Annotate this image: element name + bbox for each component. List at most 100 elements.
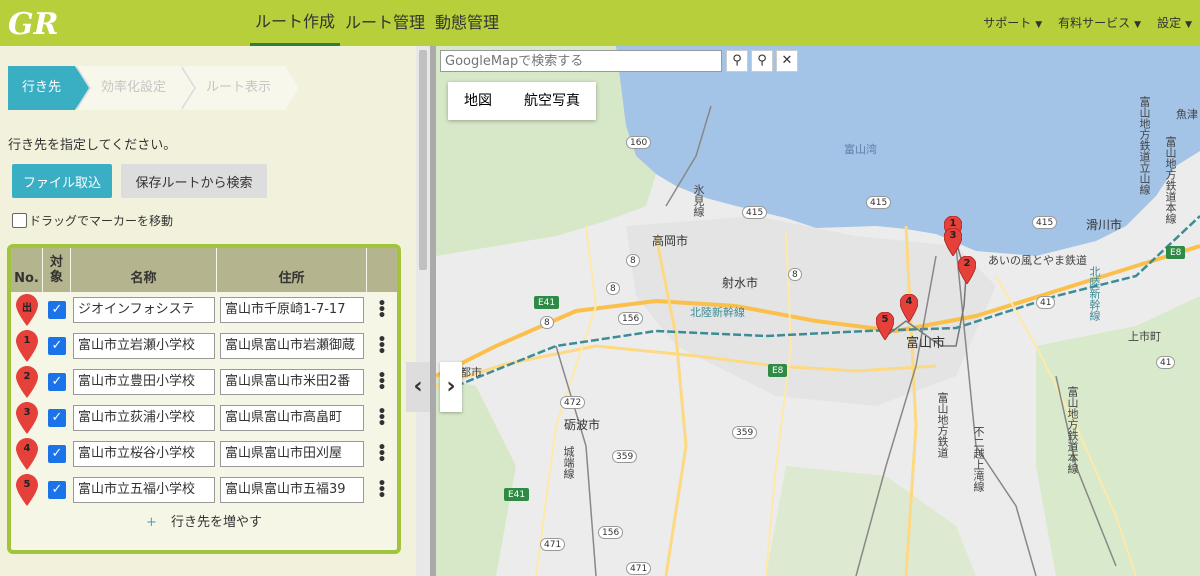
- check-icon[interactable]: ✓: [48, 337, 66, 355]
- drag-label: ドラッグでマーカーを移動: [29, 214, 174, 228]
- clear-location-icon[interactable]: ✕: [776, 50, 798, 72]
- label-nanto: 都市: [460, 366, 482, 379]
- road-number-badge: 471: [626, 562, 652, 575]
- paid-service-menu[interactable]: 有料サービス ▼: [1050, 0, 1149, 46]
- header: GR ルート作成 ルート管理 動態管理 サポート ▼ 有料サービス ▼ 設定 ▼: [0, 0, 1200, 46]
- more-vertical-icon[interactable]: • • •: [378, 405, 387, 431]
- row-target-checkbox[interactable]: ✓: [43, 472, 71, 508]
- row-menu-button[interactable]: • • •: [367, 292, 397, 328]
- row-address-input[interactable]: 富山県富山市岩瀬御蔵: [220, 333, 364, 359]
- more-vertical-icon[interactable]: • • •: [378, 477, 387, 503]
- row-name-cell: 富山市立豊田小学校: [71, 364, 217, 400]
- row-name-input[interactable]: 富山市立桜谷小学校: [73, 441, 215, 467]
- row-address-input[interactable]: 富山県富山市高畠町: [220, 405, 364, 431]
- check-icon[interactable]: ✓: [48, 481, 66, 499]
- map-marker-4[interactable]: 4: [899, 293, 919, 323]
- check-icon[interactable]: ✓: [48, 409, 66, 427]
- map-type-satellite[interactable]: 航空写真: [508, 82, 596, 120]
- row-address-input[interactable]: 富山県富山市米田2番: [220, 369, 364, 395]
- label-chitetsu: 富山地方鉄道: [936, 392, 949, 458]
- row-target-checkbox[interactable]: ✓: [43, 292, 71, 328]
- add-destination-button[interactable]: + 行き先を増やす: [11, 508, 397, 538]
- collapse-panel-button[interactable]: ‹: [406, 362, 430, 412]
- saved-route-search-button[interactable]: 保存ルートから検索: [121, 164, 267, 198]
- row-address-input[interactable]: 富山市千原崎1-7-17: [220, 297, 364, 323]
- scroll-thumb[interactable]: [419, 50, 427, 270]
- row-menu-button[interactable]: • • •: [367, 436, 397, 472]
- row-pin: 出: [11, 292, 43, 328]
- pin-icon: 5: [16, 474, 38, 506]
- step-breadcrumb: 行き先 効率化設定 ルート表示: [8, 66, 300, 110]
- map-type-map[interactable]: 地図: [448, 82, 508, 120]
- label-kamiichi: 上市町: [1128, 330, 1161, 343]
- row-address-input[interactable]: 富山県富山市五福39: [220, 477, 364, 503]
- more-vertical-icon[interactable]: • • •: [378, 441, 387, 467]
- paid-service-label: 有料サービス: [1058, 16, 1131, 30]
- road-number-badge: 359: [732, 426, 758, 439]
- more-vertical-icon[interactable]: • • •: [378, 369, 387, 395]
- label-chitetsu-ichi: 富山地方鉄道立山線: [1138, 96, 1151, 195]
- chevron-down-icon: ▼: [1185, 20, 1192, 30]
- tab-route-manage[interactable]: ルート管理: [340, 0, 430, 46]
- table-header: No. 対 象 名称 住所: [11, 248, 397, 292]
- row-name-input[interactable]: ジオインフォシステ: [73, 297, 215, 323]
- row-address-cell: 富山県富山市五福39: [217, 472, 367, 508]
- check-icon[interactable]: ✓: [48, 301, 66, 319]
- row-target-checkbox[interactable]: ✓: [43, 328, 71, 364]
- row-no: 1: [23, 335, 31, 346]
- row-target-checkbox[interactable]: ✓: [43, 400, 71, 436]
- row-menu-button[interactable]: • • •: [367, 400, 397, 436]
- support-label: サポート: [983, 16, 1032, 30]
- label-hokuriku1: 北陸新幹線: [690, 306, 745, 319]
- header-menu: [367, 248, 397, 292]
- chevron-down-icon: ▼: [1134, 20, 1142, 30]
- road-number-badge: 156: [598, 526, 624, 539]
- settings-menu[interactable]: 設定 ▼: [1149, 0, 1200, 46]
- search-icon[interactable]: ⚲: [726, 50, 748, 72]
- row-name-cell: ジオインフォシステ: [71, 292, 217, 328]
- label-toyama: 富山市: [906, 336, 946, 351]
- row-name-input[interactable]: 富山市立五福小学校: [73, 477, 215, 503]
- drag-marker-toggle[interactable]: ドラッグでマーカーを移動: [12, 212, 173, 229]
- drag-checkbox[interactable]: [12, 213, 27, 228]
- label-namerikawa: 滑川市: [1086, 218, 1123, 232]
- expand-panel-button[interactable]: ›: [440, 362, 462, 412]
- check-icon[interactable]: ✓: [48, 445, 66, 463]
- map-marker-3[interactable]: 3: [943, 227, 963, 257]
- row-address-input[interactable]: 富山県富山市田刈屋: [220, 441, 364, 467]
- map-type-switcher: 地図 航空写真: [448, 82, 596, 120]
- step-destination[interactable]: 行き先: [8, 66, 90, 110]
- map-search-input[interactable]: [440, 50, 722, 72]
- road-number-badge: E41: [504, 488, 530, 501]
- row-no: 2: [23, 371, 31, 382]
- label-johana: 城端線: [562, 446, 575, 479]
- row-menu-button[interactable]: • • •: [367, 328, 397, 364]
- road-number-badge: 8: [788, 268, 802, 281]
- support-menu[interactable]: サポート ▼: [975, 0, 1050, 46]
- row-menu-button[interactable]: • • •: [367, 364, 397, 400]
- map-view[interactable]: ⚲ ⚲ ✕ 地図 航空写真 富山湾 高岡市 射水市 富山市 砺波市 滑川市 上市…: [436, 46, 1200, 576]
- row-name-input[interactable]: 富山市立岩瀬小学校: [73, 333, 215, 359]
- tab-route-create[interactable]: ルート作成: [250, 0, 341, 46]
- file-import-button[interactable]: ファイル取込: [12, 164, 112, 198]
- check-icon[interactable]: ✓: [48, 373, 66, 391]
- tab-dynamic-manage[interactable]: 動態管理: [430, 0, 504, 46]
- road-number-badge: 41: [1156, 356, 1176, 369]
- left-panel-scrollbar[interactable]: [416, 46, 430, 576]
- row-menu-button[interactable]: • • •: [367, 472, 397, 508]
- gr-logo[interactable]: GR: [6, 6, 76, 40]
- map-marker-5[interactable]: 5: [875, 311, 895, 341]
- settings-label: 設定: [1157, 16, 1182, 30]
- label-bay: 富山湾: [844, 143, 877, 156]
- row-name-input[interactable]: 富山市立豊田小学校: [73, 369, 215, 395]
- map-marker-2[interactable]: 2: [957, 255, 977, 285]
- zoom-search-icon[interactable]: ⚲: [751, 50, 773, 72]
- row-name-input[interactable]: 富山市立荻浦小学校: [73, 405, 215, 431]
- header-name: 名称: [71, 248, 217, 292]
- row-target-checkbox[interactable]: ✓: [43, 364, 71, 400]
- row-target-checkbox[interactable]: ✓: [43, 436, 71, 472]
- road-number-badge: 471: [540, 538, 566, 551]
- more-vertical-icon[interactable]: • • •: [378, 297, 387, 323]
- more-vertical-icon[interactable]: • • •: [378, 333, 387, 359]
- instruction-text: 行き先を指定してください。: [8, 138, 177, 153]
